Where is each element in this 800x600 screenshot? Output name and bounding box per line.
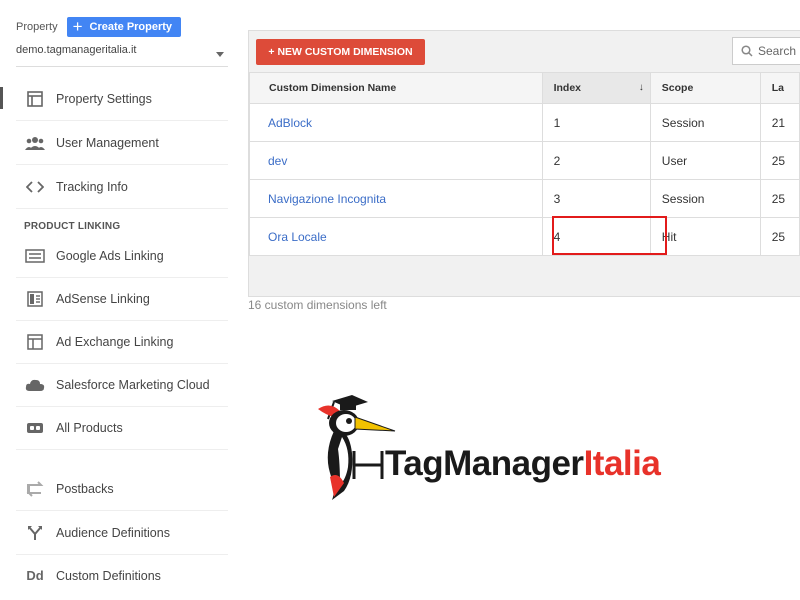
sidebar-item-custom-definitions[interactable]: Dd Custom Definitions	[16, 554, 228, 597]
column-header-last-changed[interactable]: La	[759, 72, 800, 104]
dimension-index: 3	[541, 179, 651, 218]
table-row: AdBlock 1 Session 21	[249, 103, 800, 142]
sidebar-item-audience-definitions[interactable]: Audience Definitions	[16, 511, 228, 555]
brand-wordmark: TagManagerItalia	[385, 444, 661, 484]
dimension-last-changed: 21	[759, 103, 800, 142]
sidebar-item-label: Google Ads Linking	[56, 248, 164, 263]
sidebar-item-google-ads-linking[interactable]: Google Ads Linking	[16, 234, 228, 278]
adsense-icon	[24, 288, 46, 310]
sidebar-item-tracking-info[interactable]: Tracking Info	[16, 165, 228, 209]
dimension-index: 2	[541, 141, 651, 180]
property-header: Property + Create Property	[16, 17, 182, 37]
dimension-scope: Session	[649, 179, 761, 218]
dimension-name-link[interactable]: Navigazione Incognita	[249, 179, 543, 218]
sidebar-item-adsense-linking[interactable]: AdSense Linking	[16, 277, 228, 321]
sidebar-item-property-settings[interactable]: Property Settings	[16, 77, 228, 121]
dimension-index: 1	[541, 103, 651, 142]
search-icon	[741, 45, 753, 57]
dimension-scope: User	[649, 141, 761, 180]
sidebar-item-all-products[interactable]: All Products	[16, 406, 228, 450]
dimension-last-changed: 25	[759, 179, 800, 218]
code-icon	[24, 176, 46, 198]
sidebar-item-label: AdSense Linking	[56, 291, 150, 306]
dimension-last-changed: 25	[759, 217, 800, 256]
sidebar-item-salesforce-marketing-cloud[interactable]: Salesforce Marketing Cloud	[16, 363, 228, 407]
table-row: dev 2 User 25	[249, 141, 800, 180]
cloud-icon	[24, 374, 46, 396]
plus-icon: +	[72, 17, 83, 36]
brand-word-dark: TagManager	[385, 444, 584, 483]
product-linking-heading: PRODUCT LINKING	[24, 221, 121, 232]
brand-word-red: Italia	[583, 444, 661, 483]
active-item-indicator	[0, 87, 3, 109]
dimensions-left-note: 16 custom dimensions left	[248, 298, 387, 312]
create-property-label: Create Property	[89, 21, 173, 33]
sidebar-item-label: User Management	[56, 135, 159, 150]
sidebar-item-label: All Products	[56, 420, 123, 435]
custom-dimensions-table: Custom Dimension Name Index ↓ Scope La Ad…	[249, 72, 800, 256]
sidebar-item-label: Property Settings	[56, 91, 152, 106]
table-row: Ora Locale 4 Hit 25	[249, 217, 800, 256]
dimension-name-link[interactable]: Ora Locale	[249, 217, 543, 256]
dimension-name-link[interactable]: AdBlock	[249, 103, 543, 142]
sidebar-item-label: Audience Definitions	[56, 525, 170, 540]
dimension-last-changed: 25	[759, 141, 800, 180]
sidebar-item-ad-exchange-linking[interactable]: Ad Exchange Linking	[16, 320, 228, 364]
sidebar-item-label: Salesforce Marketing Cloud	[56, 377, 210, 392]
admin-sidebar: Property + Create Property demo.tagmanag…	[0, 0, 232, 600]
chevron-down-icon	[216, 52, 224, 57]
property-selector[interactable]: demo.tagmanageritalia.it	[16, 44, 228, 67]
table-row: Navigazione Incognita 3 Session 25	[249, 179, 800, 218]
column-header-scope[interactable]: Scope	[649, 72, 761, 104]
dimension-scope: Session	[649, 103, 761, 142]
dd-icon: Dd	[26, 568, 44, 583]
create-property-button[interactable]: + Create Property	[66, 17, 182, 37]
sidebar-item-label: Ad Exchange Linking	[56, 334, 174, 349]
column-header-index[interactable]: Index ↓	[541, 72, 651, 104]
users-icon	[24, 132, 46, 154]
new-custom-dimension-button[interactable]: + NEW CUSTOM DIMENSION	[256, 39, 425, 65]
sidebar-item-label: Custom Definitions	[56, 568, 161, 583]
sidebar-item-label: Postbacks	[56, 481, 114, 496]
google-ads-icon	[24, 245, 46, 267]
property-selector-value: demo.tagmanageritalia.it	[16, 44, 137, 56]
property-label: Property	[16, 21, 58, 33]
postbacks-icon	[24, 478, 46, 500]
search-input[interactable]: Search	[732, 37, 800, 65]
search-placeholder: Search	[758, 44, 797, 58]
column-header-name[interactable]: Custom Dimension Name	[249, 72, 543, 104]
sort-down-icon: ↓	[638, 82, 644, 93]
sidebar-item-label: Tracking Info	[56, 179, 128, 194]
ad-exchange-icon	[24, 331, 46, 353]
property-settings-icon	[24, 88, 46, 110]
sidebar-item-user-management[interactable]: User Management	[16, 121, 228, 165]
link-icon	[24, 417, 46, 439]
table-header-row: Custom Dimension Name Index ↓ Scope La	[249, 72, 800, 104]
column-header-index-label: Index	[553, 82, 582, 94]
audience-icon	[24, 522, 46, 544]
dimension-name-link[interactable]: dev	[249, 141, 543, 180]
sidebar-item-postbacks[interactable]: Postbacks	[16, 467, 228, 511]
index-highlight-annotation	[552, 216, 667, 255]
